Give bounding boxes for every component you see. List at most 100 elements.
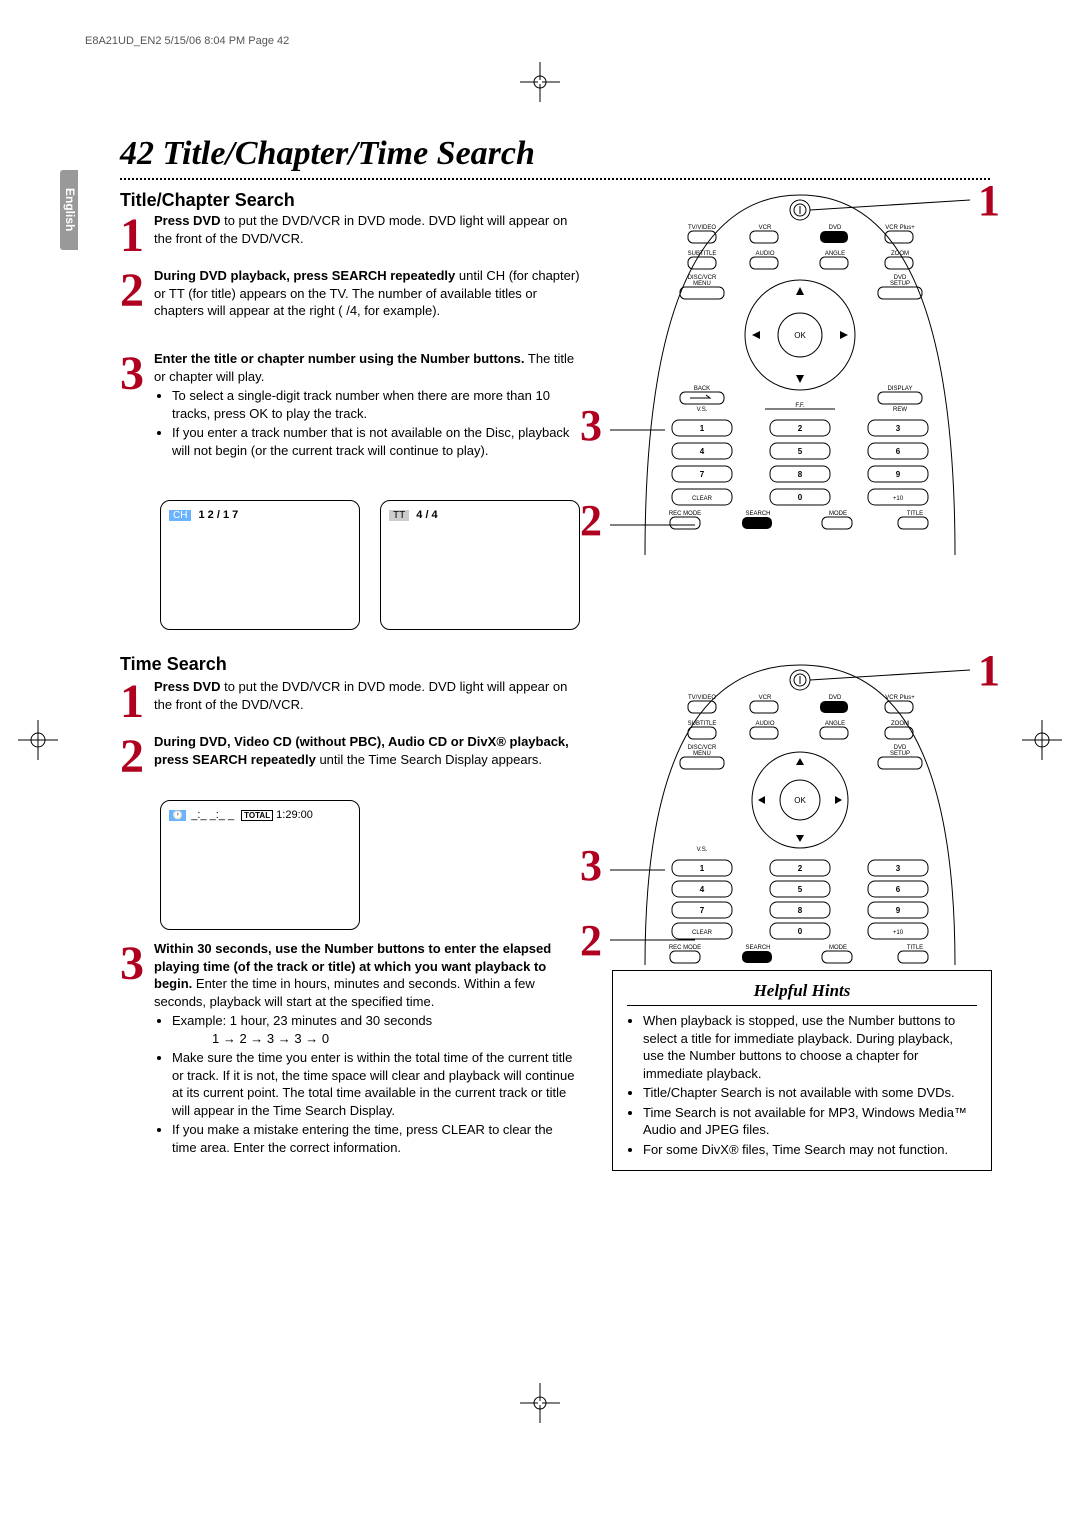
svg-text:6: 6: [896, 885, 901, 894]
svg-text:MODE: MODE: [829, 945, 847, 951]
svg-text:ZOOM: ZOOM: [891, 721, 909, 727]
callout-3: 3: [580, 840, 602, 891]
svg-text:0: 0: [798, 927, 803, 936]
svg-text:ANGLE: ANGLE: [825, 721, 845, 727]
svg-text:5: 5: [798, 447, 803, 456]
title-underline: [120, 178, 990, 180]
svg-text:4: 4: [700, 447, 705, 456]
svg-text:REC MODE: REC MODE: [669, 945, 701, 951]
crop-mark-right: [1022, 720, 1062, 765]
svg-text:1: 1: [700, 424, 705, 433]
remote-diagram-1: 1 2 3 TV/VIDEOVCRDVDVCR Plus+ SUBTITLEAU…: [610, 185, 990, 555]
time-display: 🕐 _:_ _:_ _ TOTAL 1:29:00: [160, 800, 360, 930]
step-1: 1 Press DVD to put the DVD/VCR in DVD mo…: [120, 212, 580, 260]
list-item: If you make a mistake entering the time,…: [172, 1121, 580, 1156]
step-2: 2 During DVD, Video CD (without PBC), Au…: [120, 733, 580, 781]
display-examples: CH 1 2 / 1 7 TT 4 / 4: [160, 500, 580, 630]
svg-text:ZOOM: ZOOM: [891, 251, 909, 257]
clock-icon: 🕐: [169, 810, 186, 821]
svg-text:1: 1: [700, 864, 705, 873]
svg-text:9: 9: [896, 470, 901, 479]
ch-display: CH 1 2 / 1 7: [160, 500, 360, 630]
svg-text:CLEAR: CLEAR: [692, 496, 713, 502]
list-item: When playback is stopped, use the Number…: [643, 1012, 977, 1082]
list-item: Title/Chapter Search is not available wi…: [643, 1084, 977, 1102]
step-number-3: 3: [120, 350, 144, 398]
svg-text:SUBTITLE: SUBTITLE: [688, 251, 717, 257]
crop-mark-bottom: [520, 1383, 560, 1428]
svg-text:7: 7: [700, 470, 705, 479]
svg-text:SEARCH: SEARCH: [745, 511, 770, 517]
remote-svg: TV/VIDEOVCRDVDVCR Plus+ SUBTITLEAUDIOANG…: [610, 185, 990, 555]
step-number-2: 2: [120, 267, 144, 315]
list-item: If you enter a track number that is not …: [172, 424, 580, 459]
svg-text:SUBTITLE: SUBTITLE: [688, 721, 717, 727]
tt-display: TT 4 / 4: [380, 500, 580, 630]
list-item: Example: 1 hour, 23 minutes and 30 secon…: [172, 1012, 580, 1047]
svg-text:3: 3: [896, 864, 901, 873]
svg-text:SEARCH: SEARCH: [745, 945, 770, 951]
svg-text:5: 5: [798, 885, 803, 894]
svg-text:DVD: DVD: [829, 695, 842, 701]
svg-text:4: 4: [700, 885, 705, 894]
svg-text:3: 3: [896, 424, 901, 433]
svg-text:AUDIO: AUDIO: [755, 721, 774, 727]
step-2: 2 During DVD playback, press SEARCH repe…: [120, 267, 580, 320]
step-1: 1 Press DVD to put the DVD/VCR in DVD mo…: [120, 678, 580, 726]
page-title: 42 Title/Chapter/Time Search: [120, 135, 535, 173]
svg-text:TITLE: TITLE: [907, 511, 923, 517]
remote-diagram-2: 1 2 3 TV/VIDEOVCRDVDVCR Plus+ SUBTITLEAU…: [610, 655, 990, 965]
svg-text:F.F.: F.F.: [795, 403, 805, 409]
list-item: For some DivX® files, Time Search may no…: [643, 1141, 977, 1159]
step-number-3: 3: [120, 940, 144, 988]
svg-text:+10: +10: [893, 930, 904, 936]
svg-text:BACK: BACK: [694, 386, 710, 392]
list-item: Make sure the time you enter is within t…: [172, 1049, 580, 1119]
language-tab: English: [60, 170, 78, 250]
svg-text:VCR Plus+: VCR Plus+: [885, 225, 915, 231]
svg-text:VCR: VCR: [759, 695, 772, 701]
remote-svg: TV/VIDEO VCR DVD VCR Plus+ SUBTITLE AUDIO ANG…: [610, 655, 990, 965]
svg-text:2: 2: [798, 424, 803, 433]
svg-text:0: 0: [798, 493, 803, 502]
svg-text:TITLE: TITLE: [907, 945, 923, 951]
callout-2: 2: [580, 495, 602, 546]
svg-text:OK: OK: [794, 796, 806, 805]
list-item: Time Search is not available for MP3, Wi…: [643, 1104, 977, 1139]
svg-text:VCR Plus+: VCR Plus+: [885, 695, 915, 701]
step-number-2: 2: [120, 733, 144, 781]
svg-text:V.S.: V.S.: [697, 847, 708, 853]
svg-text:SETUP: SETUP: [890, 751, 910, 757]
section-time-search: Time Search: [120, 654, 227, 675]
callout-2: 2: [580, 915, 602, 966]
step-3: 3 Within 30 seconds, use the Number butt…: [120, 940, 580, 1157]
svg-text:7: 7: [700, 906, 705, 915]
svg-text:V.S.: V.S.: [697, 407, 708, 413]
svg-text:MENU: MENU: [693, 751, 711, 757]
section-title-chapter: Title/Chapter Search: [120, 190, 295, 211]
helpful-hints-box: Helpful Hints When playback is stopped, …: [612, 970, 992, 1171]
step-number-1: 1: [120, 678, 144, 726]
svg-text:6: 6: [896, 447, 901, 456]
svg-text:MENU: MENU: [693, 281, 711, 287]
svg-text:VCR: VCR: [759, 225, 772, 231]
svg-text:AUDIO: AUDIO: [755, 251, 774, 257]
svg-text:TV/VIDEO: TV/VIDEO: [688, 695, 716, 701]
header-filepath: E8A21UD_EN2 5/15/06 8:04 PM Page 42: [85, 35, 289, 47]
svg-text:8: 8: [798, 470, 803, 479]
svg-text:TV/VIDEO: TV/VIDEO: [688, 225, 716, 231]
svg-text:MODE: MODE: [829, 511, 847, 517]
step-number-1: 1: [120, 212, 144, 260]
callout-1: 1: [978, 175, 1000, 226]
svg-text:SETUP: SETUP: [890, 281, 910, 287]
svg-text:OK: OK: [794, 331, 806, 340]
svg-text:8: 8: [798, 906, 803, 915]
svg-text:REW: REW: [893, 407, 907, 413]
svg-text:9: 9: [896, 906, 901, 915]
hints-title: Helpful Hints: [627, 981, 977, 1006]
crop-mark-top: [520, 62, 560, 102]
svg-text:+10: +10: [893, 496, 904, 502]
callout-1: 1: [978, 645, 1000, 696]
callout-3: 3: [580, 400, 602, 451]
list-item: To select a single-digit track number wh…: [172, 387, 580, 422]
